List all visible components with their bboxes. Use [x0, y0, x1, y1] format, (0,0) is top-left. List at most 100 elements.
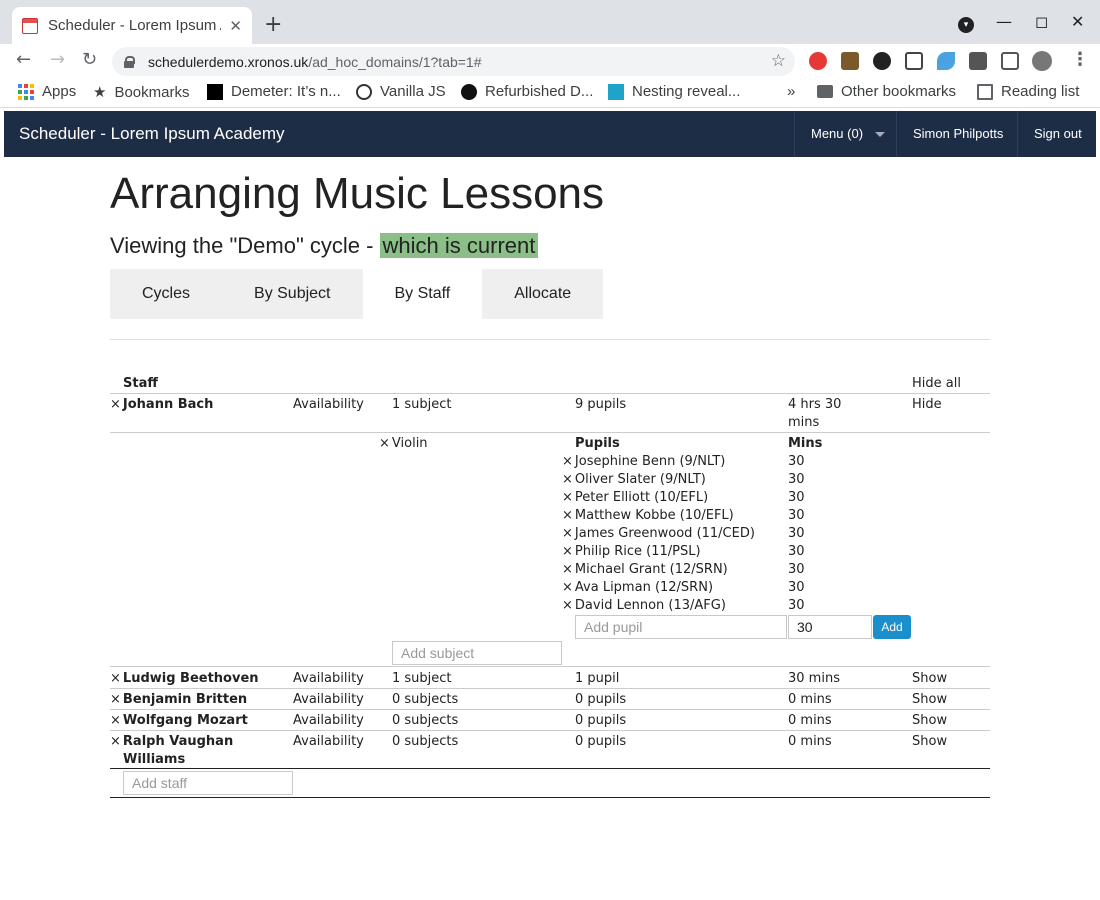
browser-tab[interactable]: Scheduler - Lorem Ipsum Academy ✕ — [12, 7, 252, 44]
tab-close-icon[interactable]: ✕ — [229, 17, 242, 35]
minimize-icon[interactable]: — — [996, 12, 1012, 31]
user-link[interactable]: Simon Philpotts — [896, 111, 1018, 157]
pupil-row: × Ava Lipman (12/SRN) — [562, 580, 713, 595]
pupil-row: × Philip Rice (11/PSL) — [562, 544, 701, 559]
remove-pupil-icon[interactable]: × — [562, 580, 573, 595]
add-pupil-input[interactable]: Add pupil — [575, 615, 787, 639]
remove-pupil-icon[interactable]: × — [562, 544, 573, 559]
remove-pupil-icon[interactable]: × — [562, 472, 573, 487]
remove-pupil-icon[interactable]: × — [562, 454, 573, 469]
add-pupil-button[interactable]: Add — [873, 615, 911, 639]
remove-subject-icon[interactable]: × — [379, 436, 390, 451]
remove-staff-icon[interactable]: × — [110, 671, 121, 686]
pupil-name: Matthew Kobbe (10/EFL) — [574, 508, 734, 523]
remove-pupil-icon[interactable]: × — [562, 508, 573, 523]
total-time: 0 mins — [788, 692, 832, 707]
pupil-row: × Michael Grant (12/SRN) — [562, 562, 728, 577]
pupil-count: 9 pupils — [575, 397, 627, 412]
forward-icon[interactable]: → — [50, 49, 65, 70]
pupil-mins: 30 — [788, 490, 805, 505]
remove-pupil-icon[interactable]: × — [562, 526, 573, 541]
subject-count: 1 subject — [392, 671, 452, 686]
pupil-count: 0 pupils — [575, 713, 627, 728]
bookmark-bookmarks[interactable]: ★ Bookmarks — [93, 83, 190, 102]
pupil-mins: 30 — [788, 472, 805, 487]
show-link[interactable]: Show — [912, 671, 947, 686]
add-subject-input[interactable]: Add subject — [392, 641, 562, 665]
bookmark-reading-list[interactable]: Reading list — [977, 83, 1079, 100]
tab-by-subject[interactable]: By Subject — [222, 269, 363, 319]
staff-name-cont: Williams — [123, 752, 186, 767]
pupil-count: 1 pupil — [575, 671, 620, 686]
new-tab-icon[interactable]: + — [264, 12, 282, 37]
close-window-icon[interactable]: ✕ — [1071, 12, 1084, 31]
pupil-mins: 30 — [788, 562, 805, 577]
show-link[interactable]: Show — [912, 713, 947, 728]
remove-pupil-icon[interactable]: × — [562, 490, 573, 505]
total-time: 0 mins — [788, 713, 832, 728]
bookmark-star-icon[interactable]: ☆ — [771, 51, 786, 71]
availability-link[interactable]: Availability — [293, 713, 364, 728]
bookmark-label: Other bookmarks — [841, 83, 957, 100]
staff-row: × Wolfgang Mozart — [110, 713, 248, 728]
remove-pupil-icon[interactable]: × — [562, 562, 573, 577]
show-link[interactable]: Show — [912, 734, 947, 749]
back-icon[interactable]: ← — [16, 49, 31, 70]
tab-allocate[interactable]: Allocate — [482, 269, 604, 319]
remove-pupil-icon[interactable]: × — [562, 598, 573, 613]
pupil-count: 0 pupils — [575, 692, 627, 707]
remove-staff-icon[interactable]: × — [110, 397, 121, 412]
tab-search-icon[interactable]: ▾ — [958, 17, 974, 33]
pupil-row: × Peter Elliott (10/EFL) — [562, 490, 708, 505]
extension-icon[interactable] — [937, 52, 955, 70]
bookmark-vanilla-js[interactable]: Vanilla JS — [356, 83, 446, 100]
add-staff-input[interactable]: Add staff — [123, 771, 293, 795]
mins-header: Mins — [788, 436, 823, 451]
brand-title[interactable]: Scheduler - Lorem Ipsum Academy — [19, 124, 285, 144]
bookmarks-overflow[interactable]: » — [787, 83, 795, 100]
staff-row: × Ludwig Beethoven — [110, 671, 259, 686]
bookmark-refurbished[interactable]: Refurbished D... — [461, 83, 593, 100]
remove-staff-icon[interactable]: × — [110, 692, 121, 707]
bookmark-other[interactable]: Other bookmarks — [817, 83, 956, 100]
subtitle-prefix: Viewing the "Demo" cycle - — [110, 233, 380, 258]
puzzle-icon[interactable] — [969, 52, 987, 70]
star-icon: ★ — [93, 84, 107, 101]
bookmark-label: Bookmarks — [114, 83, 190, 101]
reload-icon[interactable]: ↻ — [82, 49, 97, 70]
availability-link[interactable]: Availability — [293, 397, 364, 412]
hide-all-link[interactable]: Hide all — [912, 376, 961, 391]
tab-cycles[interactable]: Cycles — [110, 269, 223, 319]
lock-icon — [124, 55, 135, 68]
bookmark-nesting[interactable]: Nesting reveal... — [608, 83, 740, 100]
staff-name: Wolfgang Mozart — [122, 713, 248, 728]
row-divider — [110, 666, 990, 667]
bookmark-demeter[interactable]: Demeter: It’s n... — [207, 83, 341, 100]
adblock-icon[interactable] — [809, 52, 827, 70]
add-mins-input[interactable]: 30 — [788, 615, 872, 639]
show-link[interactable]: Show — [912, 692, 947, 707]
extension-icon[interactable] — [841, 52, 859, 70]
avatar[interactable] — [1032, 51, 1052, 71]
screenshot-icon[interactable] — [905, 52, 923, 70]
maximize-icon[interactable]: ◻ — [1035, 12, 1048, 31]
availability-link[interactable]: Availability — [293, 734, 364, 749]
total-time: 30 mins — [788, 671, 840, 686]
availability-link[interactable]: Availability — [293, 671, 364, 686]
address-bar[interactable]: schedulerdemo.xronos.uk/ad_hoc_domains/1… — [112, 47, 795, 76]
sign-out-label: Sign out — [1034, 126, 1082, 141]
menu-dropdown[interactable]: Menu (0) — [794, 111, 902, 157]
kebab-menu-icon[interactable]: ⋮ — [1071, 49, 1089, 70]
apps-grid-icon — [18, 83, 34, 100]
remove-staff-icon[interactable]: × — [110, 713, 121, 728]
availability-link[interactable]: Availability — [293, 692, 364, 707]
tab-by-staff[interactable]: By Staff — [362, 269, 483, 319]
cast-icon[interactable] — [1001, 52, 1019, 70]
remove-staff-icon[interactable]: × — [110, 734, 121, 749]
sign-out-link[interactable]: Sign out — [1017, 111, 1096, 157]
bookmark-apps[interactable]: Apps — [18, 83, 76, 100]
staff-row-bach: × Johann Bach — [110, 397, 213, 412]
hide-link[interactable]: Hide — [912, 397, 942, 412]
extension-icon[interactable] — [873, 52, 891, 70]
pupil-mins: 30 — [788, 580, 805, 595]
